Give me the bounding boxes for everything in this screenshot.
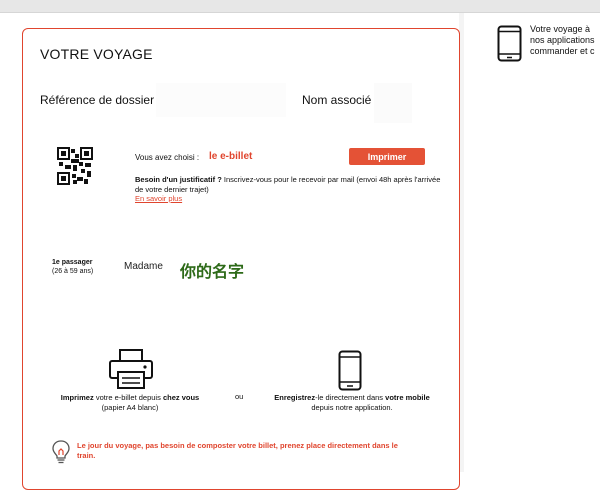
save-option-place: votre mobile bbox=[385, 393, 430, 402]
associated-name-value bbox=[374, 83, 412, 123]
side-panel bbox=[464, 13, 600, 472]
save-option-text: Enregistrez-le directement dans votre mo… bbox=[262, 393, 442, 413]
learn-more-link[interactable]: En savoir plus bbox=[135, 194, 182, 203]
save-option-mid: -le directement dans bbox=[315, 393, 386, 402]
chosen-ticket-type: le e-billet bbox=[209, 151, 253, 162]
print-option-sub: (papier A4 blanc) bbox=[101, 403, 159, 412]
side-app-promo: Votre voyage à nos applications commande… bbox=[530, 24, 600, 57]
printer-icon bbox=[109, 349, 153, 389]
print-option-mid: votre e-billet depuis bbox=[93, 393, 163, 402]
save-option-verb: Enregistrez bbox=[274, 393, 316, 402]
print-button[interactable]: Imprimer bbox=[349, 148, 425, 165]
left-gutter bbox=[0, 13, 22, 472]
chosen-prefix: Vous avez choisi : bbox=[135, 153, 200, 162]
print-option-place: chez vous bbox=[162, 393, 200, 402]
page-title: VOTRE VOYAGE bbox=[40, 46, 153, 62]
passenger-label: 1e passager bbox=[52, 259, 93, 266]
lightbulb-icon bbox=[52, 440, 70, 464]
passenger-civility: Madame bbox=[124, 261, 163, 272]
associated-name-label: Nom associé : bbox=[302, 93, 379, 107]
browser-top-strip bbox=[0, 0, 600, 13]
travel-day-tip: Le jour du voyage, pas besoin de compost… bbox=[77, 441, 398, 460]
justificatif-question: Besoin d'un justificatif ? bbox=[135, 175, 222, 184]
print-option-verb: Imprimez bbox=[60, 393, 94, 402]
reference-label: Référence de dossier : bbox=[40, 93, 161, 107]
justificatif-text: Besoin d'un justificatif ? Inscrivez-vou… bbox=[135, 175, 445, 194]
reference-value bbox=[156, 83, 286, 117]
mobile-phone-icon bbox=[497, 25, 522, 62]
or-separator: ou bbox=[235, 392, 244, 401]
save-option-sub: depuis notre application. bbox=[311, 403, 393, 412]
side-promo-line-3: commander et c bbox=[530, 46, 595, 56]
print-option-text: Imprimez votre e-billet depuis chez vous… bbox=[48, 393, 212, 413]
passenger-age: (26 à 59 ans) bbox=[52, 268, 94, 275]
passenger-name: 你的名字 bbox=[180, 262, 245, 281]
side-promo-line-1: Votre voyage à bbox=[530, 24, 591, 34]
mobile-phone-icon bbox=[338, 350, 362, 391]
qr-code-icon bbox=[57, 147, 93, 185]
side-promo-line-2: nos applications bbox=[530, 35, 595, 45]
